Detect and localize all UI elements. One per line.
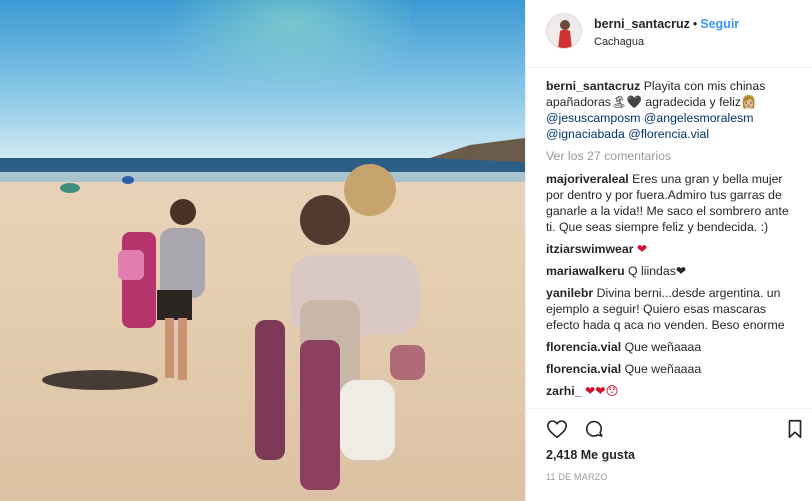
- beach-photo-illustration: [0, 0, 525, 501]
- comment-username[interactable]: itziarswimwear: [546, 242, 633, 256]
- avatar[interactable]: [546, 13, 582, 49]
- comments-list[interactable]: berni_santacruz Playita con mis chinas a…: [546, 78, 796, 408]
- comment-item: majoriveraleal Eres una gran y bella muj…: [546, 171, 796, 235]
- follow-button[interactable]: Seguir: [700, 17, 739, 31]
- post-header: berni_santacruz • Seguir Cachagua: [526, 0, 812, 68]
- comment-text: ❤: [636, 242, 648, 256]
- mention-link[interactable]: @florencia.vial: [628, 127, 709, 141]
- view-all-comments-link[interactable]: Ver los 27 comentarios: [546, 148, 796, 164]
- comment-item: florencia.vial Que weñaaaa: [546, 339, 796, 355]
- mention-link[interactable]: @angelesmoralesm: [644, 111, 754, 125]
- comment-username[interactable]: florencia.vial: [546, 340, 621, 354]
- location-link[interactable]: Cachagua: [594, 36, 644, 48]
- separator-dot: •: [692, 17, 698, 31]
- comment-text: Que weñaaaa: [624, 340, 702, 354]
- comment-username[interactable]: majoriveraleal: [546, 172, 629, 186]
- comment-username[interactable]: zarhi_: [546, 384, 582, 398]
- comment-item: florencia.vial Que weñaaaa: [546, 361, 796, 377]
- profile-picture-icon: [547, 14, 581, 48]
- comment-username[interactable]: mariawalkeru: [546, 264, 625, 278]
- speech-bubble-icon[interactable]: [583, 418, 605, 440]
- mention-link[interactable]: @ignaciabada: [546, 127, 625, 141]
- post-photo[interactable]: [0, 0, 525, 501]
- comment-username[interactable]: yanilebr: [546, 286, 593, 300]
- author-username[interactable]: berni_santacruz: [594, 17, 690, 31]
- comment-username[interactable]: florencia.vial: [546, 362, 621, 376]
- caption: berni_santacruz Playita con mis chinas a…: [546, 78, 796, 142]
- comment-item: mariawalkeru Q liindas❤: [546, 263, 796, 279]
- post-date: 11 DE MARZO: [546, 472, 608, 482]
- heart-outline-icon[interactable]: [546, 418, 568, 440]
- caption-username[interactable]: berni_santacruz: [546, 79, 640, 93]
- comment-text: Que weñaaaa: [624, 362, 702, 376]
- mention-link[interactable]: @jesuscamposm: [546, 111, 641, 125]
- post-actions-bar: [546, 418, 808, 442]
- comment-text: ❤❤😯: [584, 384, 619, 398]
- comment-text: Q liindas❤: [628, 264, 687, 278]
- bookmark-icon[interactable]: [784, 418, 806, 440]
- comment-item: yanilebr Divina berni...desde argentina.…: [546, 285, 796, 333]
- comment-item: itziarswimwear ❤: [546, 241, 796, 257]
- likes-count[interactable]: 2,418 Me gusta: [546, 448, 635, 462]
- post-side-panel: berni_santacruz • Seguir Cachagua berni_sa…: [525, 0, 812, 501]
- header-title-row: berni_santacruz • Seguir: [594, 17, 739, 31]
- comment-item: zarhi_ ❤❤😯: [546, 383, 796, 399]
- actions-divider: [526, 408, 812, 409]
